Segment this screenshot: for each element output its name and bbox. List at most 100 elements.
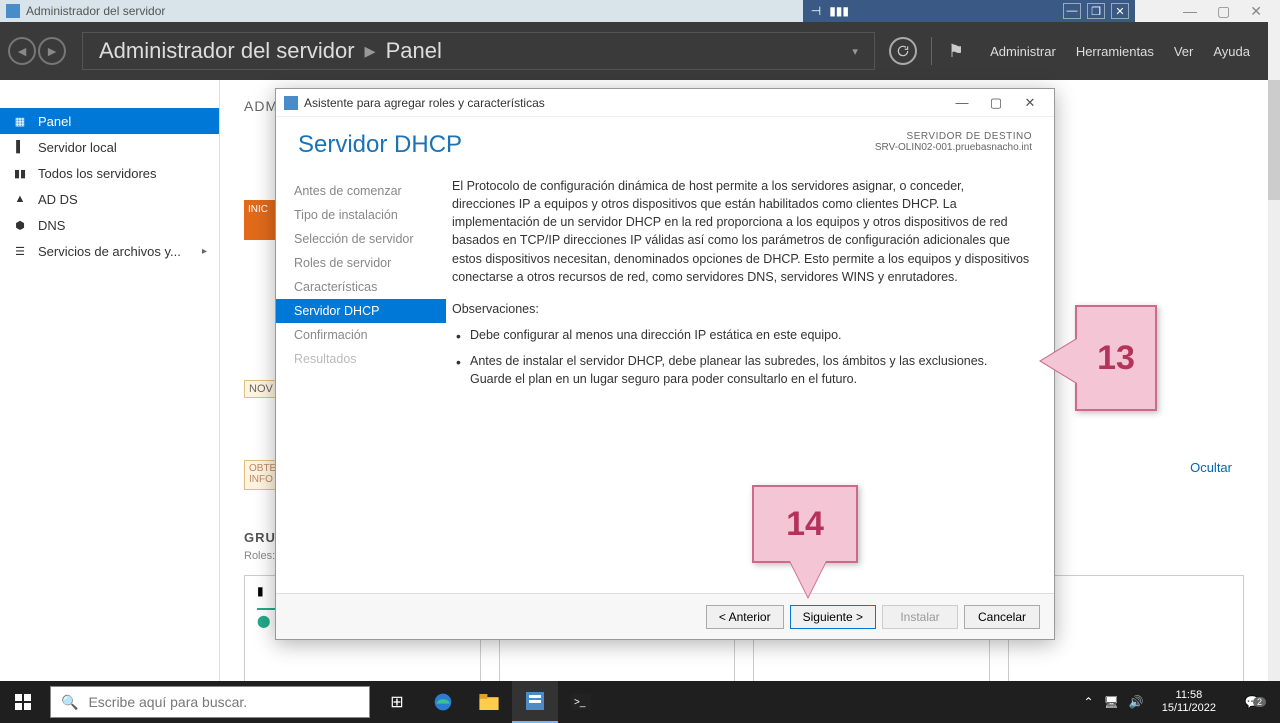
vm-minimize-button[interactable]: —	[1063, 3, 1081, 19]
step-server-roles[interactable]: Roles de servidor	[276, 251, 446, 275]
step-confirmation[interactable]: Confirmación	[276, 323, 446, 347]
menu-manage[interactable]: Administrar	[990, 44, 1056, 59]
wizard-page-title: Servidor DHCP	[298, 131, 875, 159]
terminal-app-icon[interactable]: >_	[558, 681, 604, 723]
start-button[interactable]	[0, 681, 46, 723]
windows-logo-icon	[15, 694, 31, 710]
destination-label: SERVIDOR DE DESTINO	[875, 131, 1032, 142]
sidebar-item-file-services[interactable]: ☰ Servicios de archivos y... ▸	[0, 238, 219, 264]
wizard-close-button[interactable]: ✕	[1014, 91, 1046, 115]
nav-arrows: ◄ ►	[0, 37, 74, 65]
host-close-button[interactable]: ✕	[1250, 3, 1262, 20]
scrollbar-thumb[interactable]	[1268, 80, 1280, 200]
sidebar-item-label: DNS	[38, 218, 65, 233]
dashboard-icon: ▦	[12, 114, 28, 128]
clock-time: 11:58	[1162, 689, 1216, 702]
explorer-app-icon[interactable]	[466, 681, 512, 723]
step-server-selection[interactable]: Selección de servidor	[276, 227, 446, 251]
refresh-icon	[896, 44, 910, 58]
sidebar-item-dns[interactable]: ⬢ DNS	[0, 212, 219, 238]
tray-display-icon[interactable]: 🖥	[1104, 695, 1119, 709]
wizard-content-pane: El Protocolo de configuración dinámica d…	[446, 167, 1054, 593]
servers-icon: ▮▮	[12, 166, 28, 180]
note-item-2: Antes de instalar el servidor DHCP, debe…	[456, 352, 1030, 388]
breadcrumb-bar[interactable]: Administrador del servidor ▸ Panel ▾	[82, 32, 875, 70]
wizard-icon	[284, 96, 298, 110]
next-button[interactable]: Siguiente >	[790, 605, 876, 629]
vm-close-button[interactable]: ✕	[1111, 3, 1129, 19]
breadcrumb-root: Administrador del servidor	[99, 38, 355, 64]
task-view-button[interactable]: ⊞	[374, 681, 420, 723]
host-maximize-button[interactable]: ▢	[1217, 3, 1230, 20]
breadcrumb-separator-icon: ▸	[365, 38, 376, 64]
groups-heading: GRU	[244, 530, 276, 545]
server-manager-taskbar-icon	[526, 692, 544, 710]
header-menu: Administrar Herramientas Ver Ayuda	[972, 44, 1268, 59]
tray-overflow-icon[interactable]: ⌃	[1084, 695, 1094, 709]
vm-pin-icon[interactable]: ⊣	[811, 4, 821, 18]
annotation-callout-13: 13	[1075, 305, 1157, 411]
notifications-flag-icon[interactable]: ⚑	[948, 41, 964, 62]
dhcp-description-text: El Protocolo de configuración dinámica d…	[452, 177, 1030, 286]
cancel-button[interactable]: Cancelar	[964, 605, 1040, 629]
note-item-1: Debe configurar al menos una dirección I…	[456, 326, 1030, 344]
action-center-button[interactable]: 💬 2	[1234, 695, 1270, 709]
destination-server-name: SRV-OLIN02-001.pruebasnacho.int	[875, 142, 1032, 153]
wizard-window-title: Asistente para agregar roles y caracterí…	[304, 96, 946, 110]
nav-back-button[interactable]: ◄	[8, 37, 36, 65]
previous-button[interactable]: < Anterior	[706, 605, 784, 629]
sidebar-item-label: AD DS	[38, 192, 78, 207]
vm-toolbar-spacer	[857, 0, 1057, 22]
step-features[interactable]: Características	[276, 275, 446, 299]
server-manager-app-icon[interactable]	[512, 681, 558, 723]
install-button: Instalar	[882, 605, 958, 629]
step-results: Resultados	[276, 347, 446, 371]
navigation-sidebar: ▦ Panel ▌ Servidor local ▮▮ Todos los se…	[0, 80, 220, 681]
refresh-button[interactable]	[889, 37, 917, 65]
edge-icon	[433, 692, 453, 712]
wizard-maximize-button[interactable]: ▢	[980, 91, 1012, 115]
step-installation-type[interactable]: Tipo de instalación	[276, 203, 446, 227]
menu-help[interactable]: Ayuda	[1213, 44, 1250, 59]
sidebar-item-label: Servidor local	[38, 140, 117, 155]
menu-tools[interactable]: Herramientas	[1076, 44, 1154, 59]
host-window-controls: — ▢ ✕	[1135, 0, 1280, 22]
breadcrumb-page: Panel	[386, 38, 442, 64]
wizard-minimize-button[interactable]: —	[946, 91, 978, 115]
taskbar-clock[interactable]: 11:58 15/11/2022	[1154, 689, 1224, 715]
vm-maximize-button[interactable]: ❐	[1087, 3, 1105, 19]
tray-volume-icon[interactable]: 🔊	[1129, 695, 1144, 709]
sidebar-item-all-servers[interactable]: ▮▮ Todos los servidores	[0, 160, 219, 186]
sidebar-item-label: Servicios de archivos y...	[38, 244, 181, 259]
notes-list: Debe configurar al menos una dirección I…	[452, 326, 1030, 388]
sidebar-item-adds[interactable]: ▲ AD DS	[0, 186, 219, 212]
wizard-steps-nav: Antes de comenzar Tipo de instalación Se…	[276, 167, 446, 593]
taskbar-search-input[interactable]: 🔍 Escribe aquí para buscar.	[50, 686, 370, 718]
vm-signal-icon: ▮▮▮	[829, 4, 849, 18]
chevron-right-icon: ▸	[202, 246, 207, 257]
main-scrollbar[interactable]	[1268, 80, 1280, 681]
sidebar-item-local-server[interactable]: ▌ Servidor local	[0, 134, 219, 160]
groups-subheading: Roles:	[244, 550, 275, 562]
step-dhcp-server[interactable]: Servidor DHCP	[276, 299, 446, 323]
sidebar-item-panel[interactable]: ▦ Panel	[0, 108, 219, 134]
edge-app-icon[interactable]	[420, 681, 466, 723]
windows-taskbar: 🔍 Escribe aquí para buscar. ⊞ >_ ⌃ 🖥 🔊 1…	[0, 681, 1280, 723]
breadcrumb-dropdown-icon[interactable]: ▾	[852, 45, 858, 58]
step-before-you-begin[interactable]: Antes de comenzar	[276, 179, 446, 203]
menu-view[interactable]: Ver	[1174, 44, 1194, 59]
nav-forward-button[interactable]: ►	[38, 37, 66, 65]
svg-text:>_: >_	[574, 697, 586, 708]
wizard-footer: < Anterior Siguiente > Instalar Cancelar	[276, 593, 1054, 639]
search-placeholder: Escribe aquí para buscar.	[88, 694, 247, 710]
wizard-body: Antes de comenzar Tipo de instalación Se…	[276, 167, 1054, 593]
search-icon: 🔍	[61, 694, 78, 711]
server-manager-icon	[6, 4, 20, 18]
notes-heading: Observaciones:	[452, 300, 1030, 318]
wizard-header: Servidor DHCP SERVIDOR DE DESTINO SRV-OL…	[276, 117, 1054, 167]
sidebar-item-label: Todos los servidores	[38, 166, 157, 181]
host-minimize-button[interactable]: —	[1183, 3, 1197, 19]
server-manager-header: ◄ ► Administrador del servidor ▸ Panel ▾…	[0, 22, 1268, 80]
hide-link[interactable]: Ocultar	[1190, 460, 1232, 475]
vm-titlebar: Administrador del servidor ⊣ ▮▮▮ — ❐ ✕	[0, 0, 1135, 22]
